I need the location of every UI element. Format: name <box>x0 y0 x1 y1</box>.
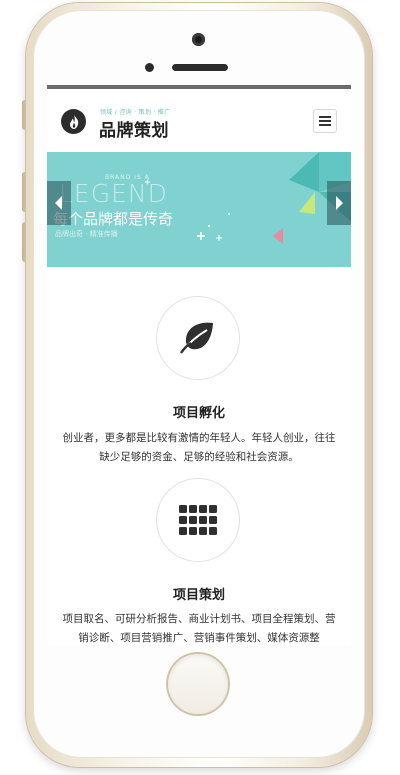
banner-legend: LEGEND <box>59 179 168 208</box>
section-desc-incubation: 创业者，更多都是比较有激情的年轻人。年轻人创业，往往缺少足够的资金、足够的经验和… <box>62 432 336 463</box>
chevron-right-icon <box>336 196 343 210</box>
leaf-icon <box>180 322 213 354</box>
section-title-incubation: 项目孵化 <box>172 406 225 421</box>
grid-icon <box>179 505 217 535</box>
site-header: 领域 / 咨询 · 策划 · 推广 品牌策划 <box>47 89 351 152</box>
section-title-planning: 项目策划 <box>172 588 225 603</box>
banner-prev-button[interactable] <box>47 181 71 225</box>
section-desc-planning: 项目取名、可研分析报告、商业计划书、项目全程策划、营销诊断、项目营销推广、营销事… <box>62 613 336 644</box>
screen: 领域 / 咨询 · 策划 · 推广 品牌策划 BRAND IS A LEGEND… <box>47 85 351 645</box>
banner-subtitle: 品牌出奇 · 精准传播 <box>55 230 118 238</box>
hero-banner: BRAND IS A LEGEND 每个品牌都是传奇 品牌出奇 · 精准传播 <box>47 152 351 267</box>
home-button[interactable] <box>168 654 228 714</box>
front-camera-icon <box>192 33 205 46</box>
service-icon-planning[interactable] <box>156 478 240 562</box>
proximity-sensor <box>145 63 154 72</box>
earpiece-speaker <box>172 64 228 71</box>
hamburger-menu-icon <box>319 116 331 126</box>
banner-title: 每个品牌都是传奇 <box>53 210 174 228</box>
device-mockup: 领域 / 咨询 · 策划 · 推广 品牌策划 BRAND IS A LEGEND… <box>0 0 400 775</box>
service-icon-incubation[interactable] <box>156 296 240 380</box>
chevron-left-icon <box>55 196 62 210</box>
logo-name[interactable]: 品牌策划 <box>99 116 169 141</box>
logo-tagline: 领域 / 咨询 · 策划 · 推广 <box>100 109 171 116</box>
menu-button[interactable] <box>313 109 337 133</box>
flame-icon[interactable] <box>61 109 86 134</box>
banner-next-button[interactable] <box>327 181 351 225</box>
